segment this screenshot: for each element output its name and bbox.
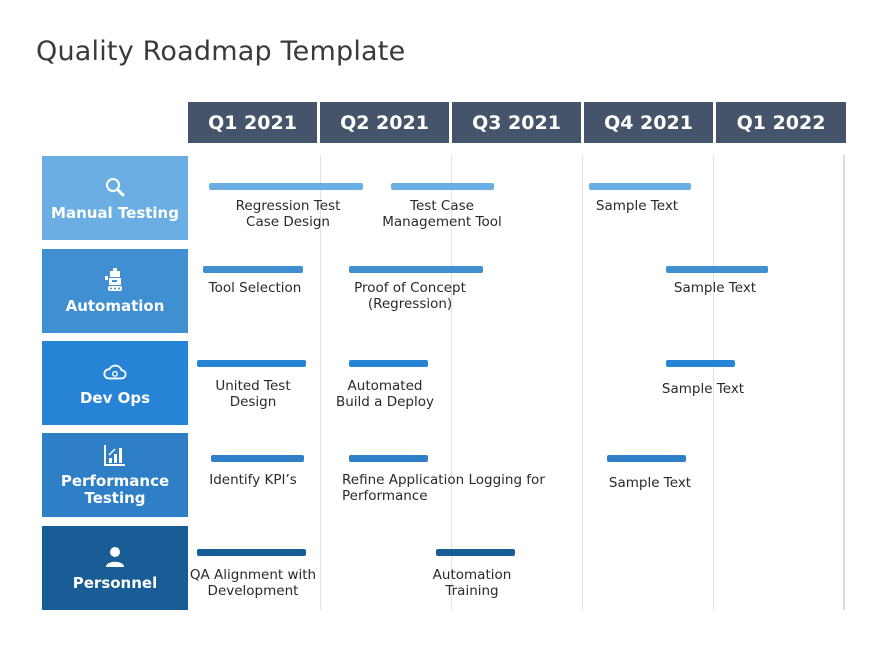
milestone-label: United Test Design: [215, 378, 291, 410]
timeline-bar: [203, 266, 303, 273]
timeline-bar: [589, 183, 691, 190]
bar-chart-icon: [103, 443, 127, 467]
milestone-label: Sample Text: [673, 280, 757, 296]
grid-line: [582, 155, 583, 610]
timeline-bar: [197, 360, 306, 367]
milestone-label: Refine Application Logging for Performan…: [342, 472, 545, 504]
row-label-performance-testing: Performance Testing: [42, 433, 188, 517]
milestone-label: Proof of Concept (Regression): [354, 280, 466, 312]
robot-icon: [103, 267, 127, 292]
timeline-bar: [436, 549, 515, 556]
milestone-label: QA Alignment with Development: [189, 567, 317, 599]
milestone-label: Sample Text: [661, 381, 745, 397]
quarter-header-q4-2021: Q4 2021: [584, 102, 713, 143]
row-label-text: Manual Testing: [51, 203, 179, 222]
milestone-label: Identify KPI’s: [209, 472, 297, 488]
quarter-header-q2-2021: Q2 2021: [320, 102, 449, 143]
timeline-bar: [209, 183, 363, 190]
milestone-label: Automation Training: [432, 567, 512, 599]
user-icon: [103, 545, 127, 569]
row-label-manual-testing: Manual Testing: [42, 156, 188, 240]
row-label-dev-ops: Dev Ops: [42, 341, 188, 425]
row-label-text: Dev Ops: [79, 388, 151, 407]
timeline-bar: [666, 360, 735, 367]
milestone-label: Regression Test Case Design: [235, 198, 341, 230]
search-icon: [103, 175, 127, 199]
timeline-bar: [607, 455, 686, 462]
timeline-bar: [666, 266, 768, 273]
quarter-header-q3-2021: Q3 2021: [452, 102, 581, 143]
row-label-text: Personnel: [72, 573, 158, 592]
milestone-label: Test Case Management Tool: [382, 198, 502, 230]
milestone-label: Sample Text: [595, 198, 679, 214]
timeline-bar: [349, 266, 483, 273]
quarter-header-q1-2022: Q1 2022: [716, 102, 846, 143]
timeline-bar: [349, 360, 428, 367]
timeline-bar: [197, 549, 306, 556]
timeline-bar: [349, 455, 428, 462]
milestone-label: Automated Build a Deploy: [335, 378, 434, 410]
milestone-label: Sample Text: [608, 475, 692, 491]
row-label-automation: Automation: [42, 249, 188, 333]
timeline-bar: [391, 183, 494, 190]
page-title: Quality Roadmap Template: [36, 36, 406, 67]
row-label-text: Automation: [65, 296, 165, 315]
timeline-bar: [211, 455, 304, 462]
quarter-header-q1-2021: Q1 2021: [188, 102, 317, 143]
row-label-personnel: Personnel: [42, 526, 188, 610]
cloud-sync-icon: [103, 360, 127, 384]
grid-line: [843, 155, 845, 610]
milestone-label: Tool Selection: [208, 280, 302, 296]
row-label-text: Performance Testing: [60, 472, 170, 507]
